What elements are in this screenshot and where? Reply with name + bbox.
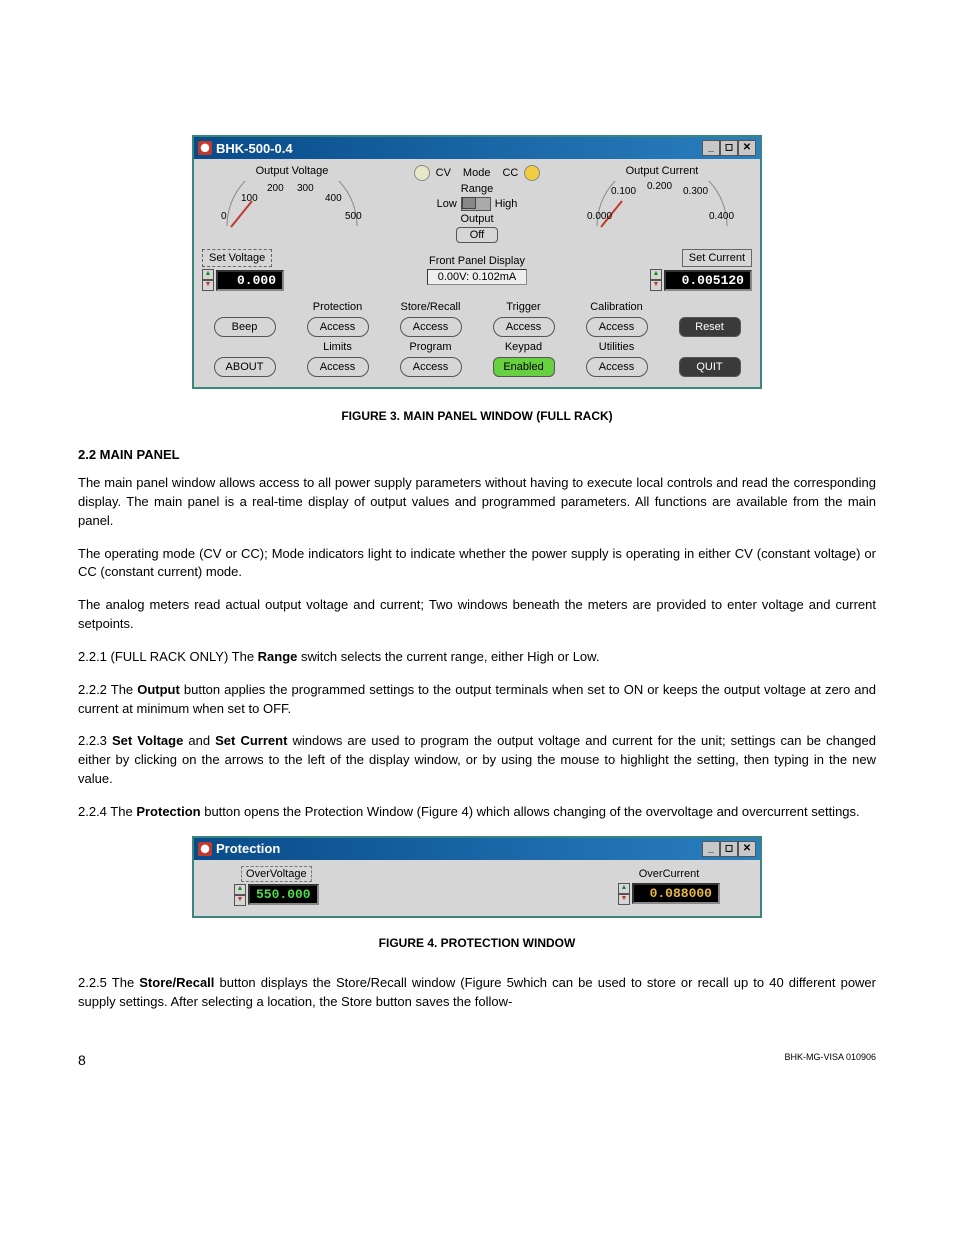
range-switch[interactable] (461, 197, 491, 211)
paragraph-222: 2.2.2 The Output button applies the prog… (78, 681, 876, 719)
app-icon: ⬤ (198, 842, 212, 856)
store-recall-label: Store/Recall (401, 301, 461, 313)
section-2-2-heading: 2.2 MAIN PANEL (78, 447, 876, 462)
set-voltage-button[interactable]: Set Voltage (202, 249, 272, 267)
voltage-step-down-icon[interactable]: ▼ (202, 280, 214, 291)
about-button[interactable]: ABOUT (214, 357, 276, 377)
program-access-button[interactable]: Access (400, 357, 462, 377)
quit-button[interactable]: QUIT (679, 357, 741, 377)
current-stepper[interactable]: ▲ ▼ (650, 269, 662, 291)
maximize-button[interactable]: ◻ (720, 841, 738, 857)
page-number: 8 (78, 1052, 86, 1068)
window-title: BHK-500-0.4 (216, 141, 293, 156)
paragraph-223: 2.2.3 Set Voltage and Set Current window… (78, 732, 876, 789)
oc-step-up-icon[interactable]: ▲ (618, 883, 630, 894)
limits-label: Limits (323, 341, 352, 353)
fpd-label: Front Panel Display (429, 255, 525, 267)
utilities-access-button[interactable]: Access (586, 357, 648, 377)
cv-label: CV (436, 167, 451, 179)
ov-step-down-icon[interactable]: ▼ (234, 895, 246, 906)
set-current-value[interactable]: 0.005120 (664, 270, 752, 291)
overvoltage-stepper[interactable]: ▲ ▼ (234, 884, 246, 906)
figure4-caption: FIGURE 4. PROTECTION WINDOW (78, 936, 876, 950)
cv-led (414, 165, 430, 181)
calibration-access-button[interactable]: Access (586, 317, 648, 337)
titlebar: ⬤ BHK-500-0.4 _ ◻ ✕ (194, 137, 760, 159)
app-icon: ⬤ (198, 141, 212, 155)
voltage-stepper[interactable]: ▲ ▼ (202, 269, 214, 291)
voltage-gauge: 0 100 200 300 400 500 (217, 181, 367, 231)
cc-led (524, 165, 540, 181)
paragraph-intro3: The analog meters read actual output vol… (78, 596, 876, 634)
minimize-button[interactable]: _ (702, 140, 720, 156)
overcurrent-stepper[interactable]: ▲ ▼ (618, 883, 630, 905)
program-label: Program (409, 341, 451, 353)
paragraph-intro2: The operating mode (CV or CC); Mode indi… (78, 545, 876, 583)
output-toggle[interactable]: Off (456, 227, 498, 243)
paragraph-224: 2.2.4 The Protection button opens the Pr… (78, 803, 876, 822)
overvoltage-label: OverVoltage (241, 866, 312, 882)
range-low-label: Low (437, 198, 457, 210)
store-recall-access-button[interactable]: Access (400, 317, 462, 337)
calibration-label: Calibration (590, 301, 643, 313)
cc-label: CC (502, 167, 518, 179)
paragraph-intro1: The main panel window allows access to a… (78, 474, 876, 531)
range-high-label: High (495, 198, 518, 210)
protection-title: Protection (216, 841, 280, 856)
set-voltage-value[interactable]: 0.000 (216, 270, 284, 291)
protection-access-button[interactable]: Access (307, 317, 369, 337)
figure3-caption: FIGURE 3. MAIN PANEL WINDOW (FULL RACK) (78, 409, 876, 423)
trigger-access-button[interactable]: Access (493, 317, 555, 337)
close-button[interactable]: ✕ (738, 841, 756, 857)
overcurrent-value[interactable]: 0.088000 (632, 883, 720, 904)
output-voltage-label: Output Voltage (256, 165, 329, 177)
main-panel-window: ⬤ BHK-500-0.4 _ ◻ ✕ Output Voltage (192, 135, 762, 389)
ov-step-up-icon[interactable]: ▲ (234, 884, 246, 895)
overvoltage-value[interactable]: 550.000 (248, 884, 319, 905)
output-label: Output (460, 213, 493, 225)
range-label: Range (461, 183, 493, 195)
paragraph-221: 2.2.1 (FULL RACK ONLY) The Range switch … (78, 648, 876, 667)
keypad-label: Keypad (505, 341, 542, 353)
keypad-enabled-button[interactable]: Enabled (493, 357, 555, 377)
reset-button[interactable]: Reset (679, 317, 741, 337)
limits-access-button[interactable]: Access (307, 357, 369, 377)
fpd-value: 0.00V: 0.102mA (427, 269, 527, 285)
overcurrent-label: OverCurrent (635, 867, 704, 881)
output-current-label: Output Current (626, 165, 699, 177)
close-button[interactable]: ✕ (738, 140, 756, 156)
maximize-button[interactable]: ◻ (720, 140, 738, 156)
minimize-button[interactable]: _ (702, 841, 720, 857)
voltage-step-up-icon[interactable]: ▲ (202, 269, 214, 280)
set-current-button[interactable]: Set Current (682, 249, 752, 267)
protection-titlebar: ⬤ Protection _ ◻ ✕ (194, 838, 760, 860)
trigger-label: Trigger (506, 301, 540, 313)
mode-label: Mode (463, 167, 491, 179)
oc-step-down-icon[interactable]: ▼ (618, 894, 630, 905)
protection-window: ⬤ Protection _ ◻ ✕ OverVoltage ▲ ▼ 550.0… (192, 836, 762, 918)
protection-label: Protection (313, 301, 363, 313)
current-step-up-icon[interactable]: ▲ (650, 269, 662, 280)
utilities-label: Utilities (599, 341, 634, 353)
document-id: BHK-MG-VISA 010906 (784, 1052, 876, 1068)
current-gauge: 0.000 0.100 0.200 0.300 0.400 (587, 181, 737, 231)
current-step-down-icon[interactable]: ▼ (650, 280, 662, 291)
paragraph-225: 2.2.5 The Store/Recall button displays t… (78, 974, 876, 1012)
beep-button[interactable]: Beep (214, 317, 276, 337)
